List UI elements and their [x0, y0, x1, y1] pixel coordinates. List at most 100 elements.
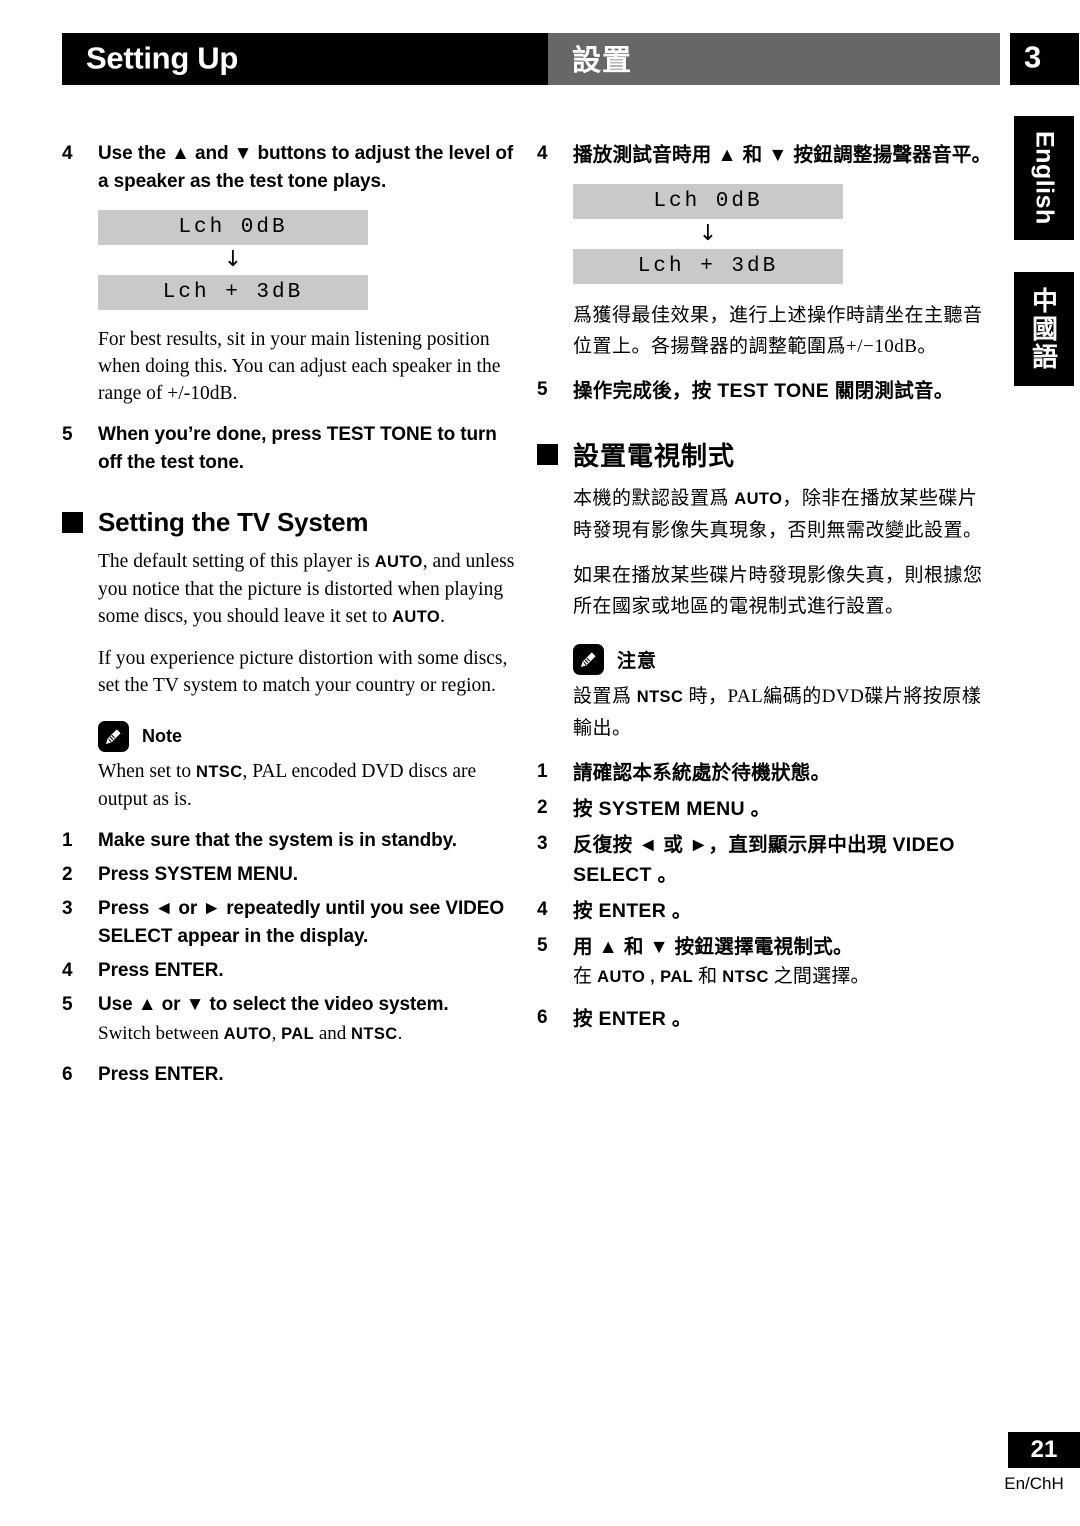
inline-label-ntsc: NTSC: [722, 968, 769, 986]
text-part: 設置爲: [573, 686, 637, 707]
section-heading-tv-system-cn: 設置電視制式: [537, 436, 992, 473]
step-text: 播放測試音時用 ▲ 和 ▼ 按鈕調整揚聲器音平。: [573, 144, 992, 166]
step-text: 按 ENTER 。: [573, 1004, 992, 1034]
display-before: Lch 0dB: [98, 210, 368, 245]
inline-label-enter: ENTER: [598, 1008, 667, 1030]
square-bullet-icon: [537, 444, 558, 465]
inline-label-ntsc: NTSC: [636, 688, 684, 706]
text-part: 本機的默認設置爲: [573, 488, 735, 509]
text-part: 在: [573, 966, 598, 987]
inline-label-system-menu: SYSTEM MENU: [598, 798, 745, 820]
step-number: 6: [62, 1064, 73, 1085]
text-part: 。: [651, 864, 678, 886]
step-5-select-video-system: 5 Use ▲ or ▼ to select the video system.…: [62, 991, 517, 1047]
text-part: 關閉測試音。: [829, 380, 954, 402]
text-part: 按: [573, 798, 599, 820]
manual-page: Setting Up 設置 3 English 中國語 4 Use the ▲ …: [0, 0, 1080, 1526]
step-text: Use ▲ or ▼ to select the video system.: [98, 994, 449, 1015]
step-4-press-enter: 4 Press ENTER.: [62, 957, 517, 985]
note-label: 注意: [617, 651, 658, 672]
step-number: 4: [537, 143, 548, 164]
step-number: 2: [62, 864, 73, 885]
side-tab-english[interactable]: English: [1014, 116, 1074, 240]
inline-label-auto: AUTO: [374, 553, 423, 571]
step-subtext: Switch between AUTO, PAL and NTSC.: [98, 1021, 517, 1047]
display-illustration-cn: Lch 0dB ↓ Lch + 3dB: [573, 184, 992, 284]
step-text: Press ◄ or ► repeatedly until you see VI…: [98, 898, 505, 947]
display-after: Lch + 3dB: [98, 275, 368, 310]
step-number: 5: [537, 935, 548, 956]
step-text: Press SYSTEM MENU.: [98, 864, 298, 885]
note-label: Note: [142, 726, 182, 746]
right-column-chinese: 4 播放測試音時用 ▲ 和 ▼ 按鈕調整揚聲器音平。 Lch 0dB ↓ Lch…: [537, 140, 992, 1040]
page-header: Setting Up 設置 3: [62, 33, 1079, 85]
step-number: 3: [62, 898, 73, 919]
step-text: 按 ENTER 。: [573, 896, 992, 926]
page-number-box: 21: [1008, 1432, 1080, 1468]
paragraph-picture-distortion-cn: 如果在播放某些碟片時發現影像失真，則根據您所在國家或地區的電視制式進行設置。: [573, 565, 983, 617]
inline-label-test-tone: TEST TONE: [717, 380, 830, 402]
down-arrow-icon: ↓: [223, 247, 243, 272]
step-text: 反復按 ◄ 或 ►，直到顯示屏中出現 VIDEO SELECT 。: [573, 830, 992, 890]
paragraph-picture-distortion: If you experience picture distortion wit…: [98, 648, 508, 696]
inline-label-auto: AUTO: [392, 608, 441, 626]
page-title-en: Setting Up: [86, 40, 238, 76]
step-6-press-enter: 6 Press ENTER.: [62, 1061, 517, 1089]
inline-label-ntsc: NTSC: [351, 1025, 398, 1043]
side-tab-chinese[interactable]: 中國語: [1014, 272, 1074, 386]
step-text: Use the ▲ and ▼ buttons to adjust the le…: [98, 143, 514, 192]
step-4-press-enter-cn: 4 按 ENTER 。: [537, 896, 992, 926]
text-part: 按: [573, 1008, 599, 1030]
down-arrow-icon: ↓: [698, 221, 718, 246]
text-part: .: [440, 606, 446, 627]
step-1-standby: 1 Make sure that the system is in standb…: [62, 827, 517, 855]
inline-label-auto-pal: AUTO , PAL: [597, 968, 694, 986]
text-part: and: [314, 1023, 352, 1044]
side-tab-english-label: English: [1030, 131, 1059, 225]
inline-label-pal: PAL: [281, 1025, 315, 1043]
step-5-turn-off-test-tone: 5 When you’re done, press TEST TONE to t…: [62, 421, 517, 477]
text-part: When set to: [98, 761, 197, 782]
text-part: 按: [573, 900, 599, 922]
paragraph-best-results: For best results, sit in your main liste…: [98, 329, 501, 404]
note-heading-cn: 注意: [573, 644, 992, 675]
section-heading-tv-system: Setting the TV System: [62, 507, 517, 538]
text-part: ,: [271, 1023, 282, 1044]
step-number: 1: [62, 830, 73, 851]
text-part: .: [397, 1023, 403, 1044]
edition-code: En/ChH: [1004, 1474, 1064, 1493]
step-number: 5: [62, 994, 73, 1015]
step-number: 4: [537, 899, 548, 920]
step-number: 6: [537, 1007, 548, 1028]
step-number: 4: [62, 143, 73, 164]
step-2-system-menu-cn: 2 按 SYSTEM MENU 。: [537, 794, 992, 824]
note-heading: Note: [98, 721, 517, 752]
chapter-number-box: 3: [1010, 33, 1079, 85]
text-part: The default setting of this player is: [98, 551, 375, 572]
step-5-select-video-system-cn: 5 用 ▲ 和 ▼ 按鈕選擇電視制式。 在 AUTO , PAL 和 NTSC …: [537, 932, 992, 990]
step-2-system-menu: 2 Press SYSTEM MENU.: [62, 861, 517, 889]
step-text: Make sure that the system is in standby.: [98, 830, 457, 851]
step-text: 按 SYSTEM MENU 。: [573, 794, 992, 824]
step-text: Press ENTER.: [98, 960, 224, 981]
display-after: Lch + 3dB: [573, 249, 843, 284]
pencil-note-icon: [573, 644, 604, 675]
section-title: Setting the TV System: [98, 507, 369, 537]
text-part: 之間選擇。: [768, 966, 870, 987]
text-part: 和: [693, 966, 723, 987]
step-text: Press ENTER.: [98, 1064, 224, 1085]
step-number: 5: [537, 379, 548, 400]
inline-label-auto: AUTO: [223, 1025, 272, 1043]
step-6-press-enter-cn: 6 按 ENTER 。: [537, 1004, 992, 1034]
text-part: 。: [666, 900, 692, 922]
left-column-english: 4 Use the ▲ and ▼ buttons to adjust the …: [62, 140, 517, 1095]
step-number: 4: [62, 960, 73, 981]
section-title: 設置電視制式: [573, 441, 736, 471]
step-4-adjust-level-cn: 4 播放測試音時用 ▲ 和 ▼ 按鈕調整揚聲器音平。: [537, 140, 992, 170]
display-before: Lch 0dB: [573, 184, 843, 219]
step-4-adjust-level: 4 Use the ▲ and ▼ buttons to adjust the …: [62, 140, 517, 196]
display-illustration: Lch 0dB ↓ Lch + 3dB: [98, 210, 517, 310]
step-text: 請確認本系統處於待機狀態。: [573, 762, 831, 784]
step-text: When you’re done, press TEST TONE to tur…: [98, 424, 497, 473]
text-part: 。: [744, 798, 771, 820]
